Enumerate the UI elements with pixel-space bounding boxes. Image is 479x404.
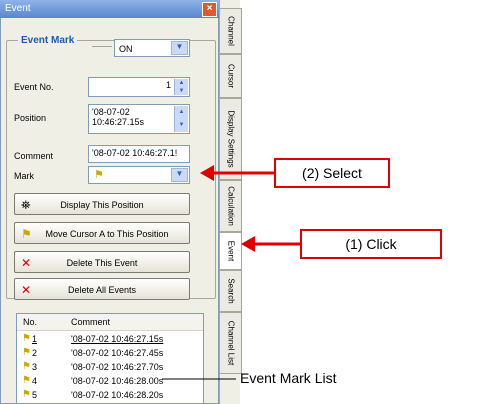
select-arrow-head [200,165,214,181]
click-arrow-head [241,236,255,252]
select-callout: (2) Select [274,158,390,188]
click-callout: (1) Click [300,229,442,259]
event-mark-list-annotation: Event Mark List [240,370,337,386]
annotation-arrows [162,165,300,380]
